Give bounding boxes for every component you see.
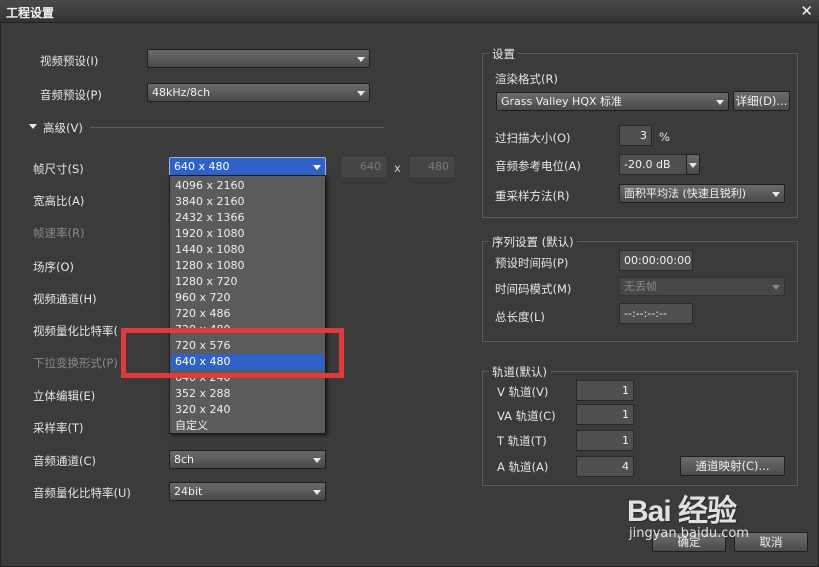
frame-size-select[interactable]: 640 x 480 [169, 157, 326, 176]
timecode-mode-select[interactable]: 无丢帧 [619, 277, 785, 296]
chevron-down-icon [313, 458, 321, 463]
audio-channel-label: 音频通道(C) [33, 454, 97, 468]
render-format-select[interactable]: Grass Valley HQX 标准 [496, 92, 729, 111]
video-channel-label: 视频通道(H) [33, 292, 97, 306]
frame-size-option[interactable]: 1280 x 720 [171, 274, 324, 290]
resample-label: 重采样方法(R) [495, 189, 570, 203]
render-format-label: 渲染格式(R) [495, 72, 558, 86]
total-length-field: --:--:--:-- [619, 303, 693, 324]
frame-size-label: 帧尺寸(S) [33, 162, 84, 176]
render-detail-button[interactable]: 详细(D)... [733, 91, 790, 111]
baidu-jingyan-watermark: Bai 经验 jingyan.baidu.com [627, 486, 777, 551]
chevron-down-icon [772, 285, 780, 290]
audio-bitdepth-value: 24bit [174, 485, 203, 498]
frame-size-dropdown-list: 4096 x 2160 3840 x 2160 2432 x 1366 1920… [169, 175, 326, 434]
frame-size-option[interactable]: 320 x 240 [171, 402, 324, 418]
pulldown-label: 下拉变换形式(P) [33, 356, 118, 370]
audio-preset-value: 48kHz/8ch [152, 86, 211, 99]
video-preset-label: 视频预设(I) [40, 54, 99, 68]
advanced-section-label[interactable]: 高级(V) [43, 120, 83, 136]
watermark-brand: Bai 经验 [627, 495, 737, 528]
chevron-down-icon [772, 192, 780, 197]
window-title: 工程设置 [6, 6, 55, 20]
frame-size-option[interactable]: 1920 x 1080 [171, 226, 324, 242]
frame-size-option[interactable]: 960 x 720 [171, 290, 324, 306]
stereo-edit-label: 立体编辑(E) [33, 389, 96, 403]
audio-channel-select[interactable]: 8ch [169, 450, 326, 469]
chevron-down-icon [313, 165, 321, 170]
timecode-mode-label: 时间码模式(M) [495, 282, 572, 296]
frame-size-option[interactable]: 4096 x 2160 [171, 178, 324, 194]
preset-timecode-label: 预设时间码(P) [495, 256, 569, 270]
v-track-field[interactable]: 1 [576, 380, 634, 401]
frame-rate-label: 帧速率(R) [33, 226, 85, 240]
frame-size-option[interactable]: 自定义 [171, 418, 324, 434]
overscan-field[interactable]: 3 [619, 125, 652, 146]
t-track-field[interactable]: 1 [576, 430, 634, 451]
chevron-down-icon [313, 490, 321, 495]
frame-size-option[interactable]: 1280 x 1080 [171, 258, 324, 274]
va-track-field[interactable]: 1 [576, 404, 634, 425]
frame-size-option[interactable]: 2432 x 1366 [171, 210, 324, 226]
audio-bitdepth-label: 音频量化比特率(U) [33, 486, 131, 500]
frame-size-value: 640 x 480 [174, 160, 230, 173]
sequence-group-title: 序列设置 (默认) [489, 234, 577, 250]
overscan-unit: % [659, 130, 670, 144]
audio-preset-select[interactable]: 48kHz/8ch [147, 83, 370, 102]
resample-select[interactable]: 面积平均法 (快速且锐利) [619, 184, 785, 203]
title-bar: 工程设置 ✕ [0, 0, 819, 23]
annotation-highlight-box [121, 328, 344, 378]
t-track-label: T 轨道(T) [497, 434, 547, 448]
aspect-ratio-label: 宽高比(A) [33, 194, 85, 208]
video-preset-select[interactable] [147, 49, 370, 68]
close-icon[interactable]: ✕ [800, 2, 813, 20]
render-format-value: Grass Valley HQX 标准 [501, 95, 623, 108]
chevron-down-icon [689, 163, 697, 168]
chevron-down-icon [357, 91, 365, 96]
a-track-field[interactable]: 4 [576, 456, 634, 477]
chevron-down-icon [716, 100, 724, 105]
chevron-down-icon [357, 57, 365, 62]
sample-rate-label: 采样率(T) [33, 421, 84, 435]
frame-height-field: 480 [410, 157, 454, 177]
frame-size-option[interactable]: 352 x 288 [171, 386, 324, 402]
video-bitdepth-label: 视频量化比特率( [33, 324, 118, 338]
audio-bitdepth-select[interactable]: 24bit [169, 482, 326, 501]
a-track-label: A 轨道(A) [497, 460, 549, 474]
audio-preset-label: 音频预设(P) [40, 88, 102, 102]
advanced-collapse-icon[interactable] [29, 124, 37, 129]
va-track-label: VA 轨道(C) [497, 409, 556, 423]
timecode-mode-value: 无丢帧 [624, 280, 657, 293]
watermark-url: jingyan.baidu.com [629, 526, 749, 541]
audio-channel-value: 8ch [174, 453, 195, 466]
tracks-group-title: 轨道(默认) [489, 364, 550, 380]
v-track-label: V 轨道(V) [497, 385, 549, 399]
settings-group-title: 设置 [489, 46, 518, 62]
advanced-divider [90, 127, 384, 128]
total-length-label: 总长度(L) [495, 310, 545, 324]
channel-map-button[interactable]: 通道映射(C)... [680, 456, 785, 476]
frame-size-option[interactable]: 720 x 486 [171, 306, 324, 322]
frame-size-option[interactable]: 3840 x 2160 [171, 194, 324, 210]
audio-ref-level-field[interactable]: -20.0 dB [619, 154, 687, 175]
audio-ref-level-label: 音频参考电位(A) [495, 159, 581, 173]
field-order-label: 场序(O) [33, 260, 75, 274]
audio-ref-level-spinner[interactable] [686, 154, 700, 175]
resample-value: 面积平均法 (快速且锐利) [624, 187, 747, 200]
overscan-label: 过扫描大小(O) [495, 131, 571, 145]
preset-timecode-field[interactable]: 00:00:00:00 [619, 250, 693, 271]
frame-size-x-separator: x [394, 161, 401, 175]
frame-width-field: 640 [342, 157, 386, 177]
frame-size-option[interactable]: 1440 x 1080 [171, 242, 324, 258]
